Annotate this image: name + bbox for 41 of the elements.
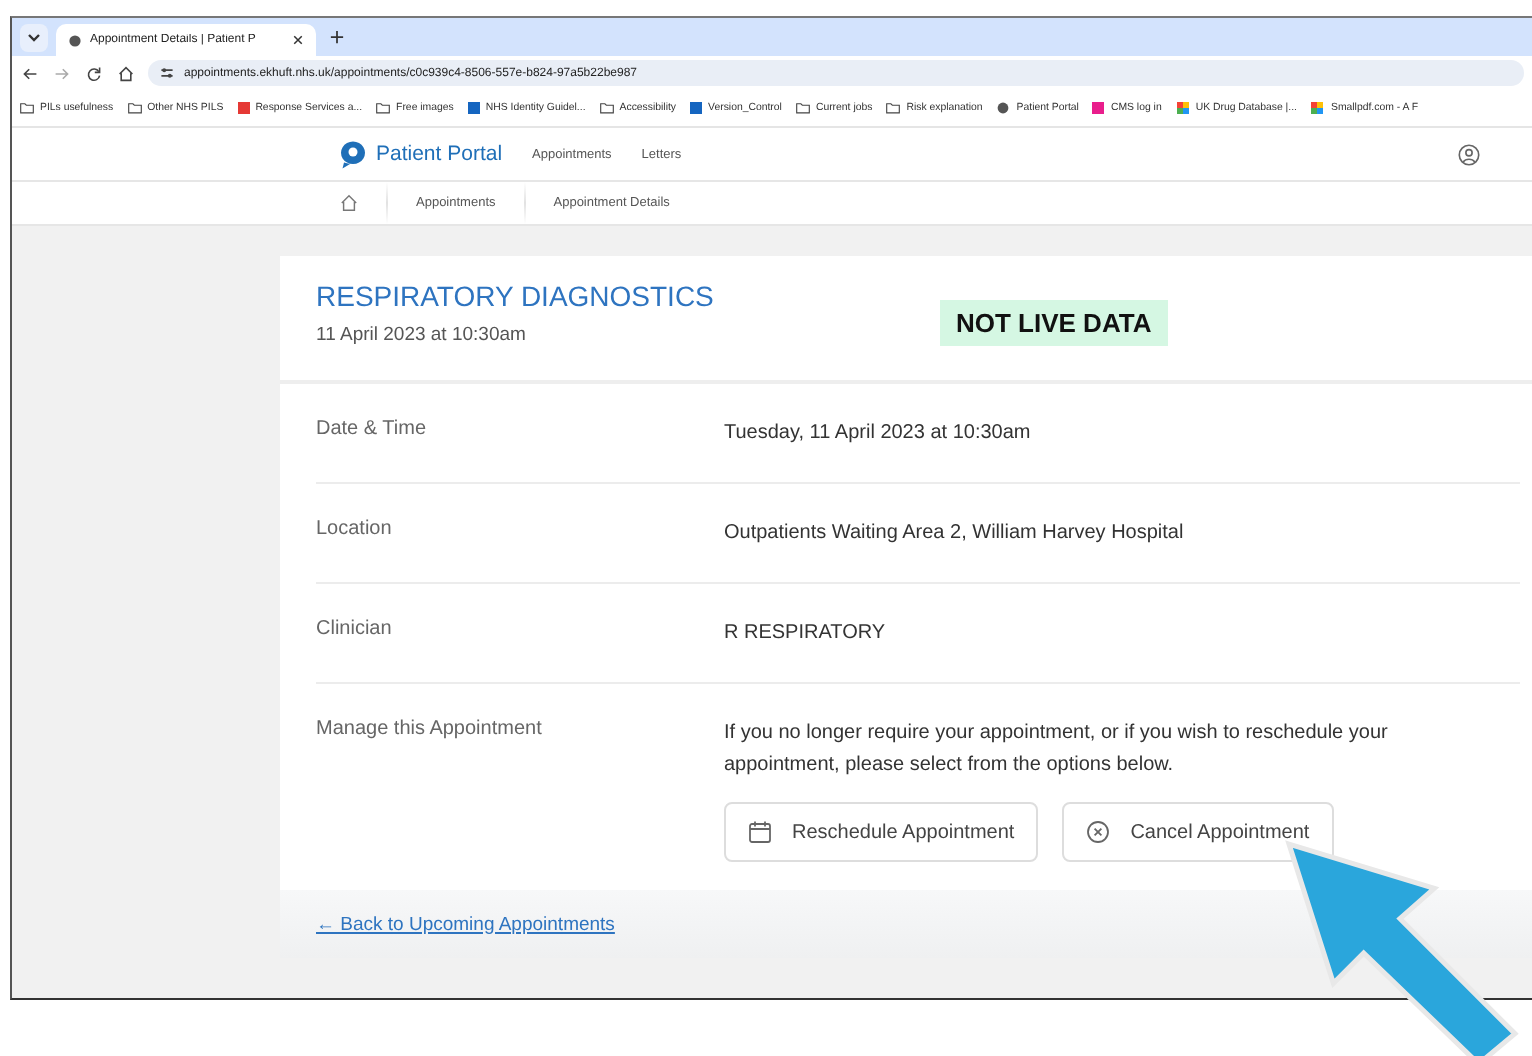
patient-portal-logo[interactable]: Patient Portal — [338, 139, 503, 169]
detail-value: If you no longer require your appointment, or if you wish to reschedule your appointment, please select from the options below. — [724, 720, 1390, 780]
account-icon[interactable] — [1458, 143, 1480, 165]
folder-icon — [886, 102, 901, 114]
globe-icon — [68, 33, 82, 47]
site-square-icon — [690, 102, 703, 114]
reload-icon[interactable] — [86, 65, 102, 81]
colorful-square-icon — [1175, 102, 1190, 114]
cancel-icon — [1086, 820, 1111, 844]
detail-label: Location — [316, 518, 394, 544]
back-link[interactable]: ← Back to Upcoming Appointments — [316, 913, 615, 935]
site-square-icon — [1092, 102, 1105, 114]
site-square-icon — [467, 102, 480, 114]
calendar-icon — [748, 820, 772, 844]
globe-icon — [996, 102, 1011, 114]
home-icon[interactable] — [118, 65, 134, 81]
colorful-square-icon — [1310, 102, 1325, 114]
speech-bubble-icon — [338, 139, 368, 169]
folder-icon — [127, 102, 142, 114]
action-button[interactable]: Cancel Appointment — [1062, 802, 1334, 862]
back-icon[interactable] — [22, 65, 38, 81]
folder-icon — [376, 102, 391, 114]
chevron-down-icon[interactable] — [20, 23, 48, 51]
appointment-date: 11 April 2023 at 10:30am — [316, 324, 528, 346]
notice-badge: NOT LIVE DATA — [940, 300, 1168, 346]
plus-icon[interactable] — [330, 30, 344, 44]
detail-label: Manage this Appointment — [316, 718, 544, 744]
folder-icon — [20, 102, 34, 114]
folder-icon — [599, 102, 614, 114]
detail-label: Clinician — [316, 618, 394, 644]
close-icon[interactable] — [292, 34, 304, 46]
action-button[interactable]: Reschedule Appointment — [724, 802, 1039, 862]
detail-value: R RESPIRATORY — [724, 620, 888, 648]
detail-value: Outpatients Waiting Area 2, William Harvey Hospital — [724, 520, 1186, 548]
home-icon[interactable] — [340, 194, 358, 212]
site-settings-icon — [160, 66, 174, 80]
detail-label: Date & Time — [316, 418, 429, 444]
detail-value: Tuesday, 11 April 2023 at 10:30am — [724, 420, 1033, 448]
site-square-icon — [237, 102, 250, 114]
folder-icon — [795, 102, 810, 114]
appointment-title: RESPIRATORY DIAGNOSTICS — [316, 280, 716, 312]
